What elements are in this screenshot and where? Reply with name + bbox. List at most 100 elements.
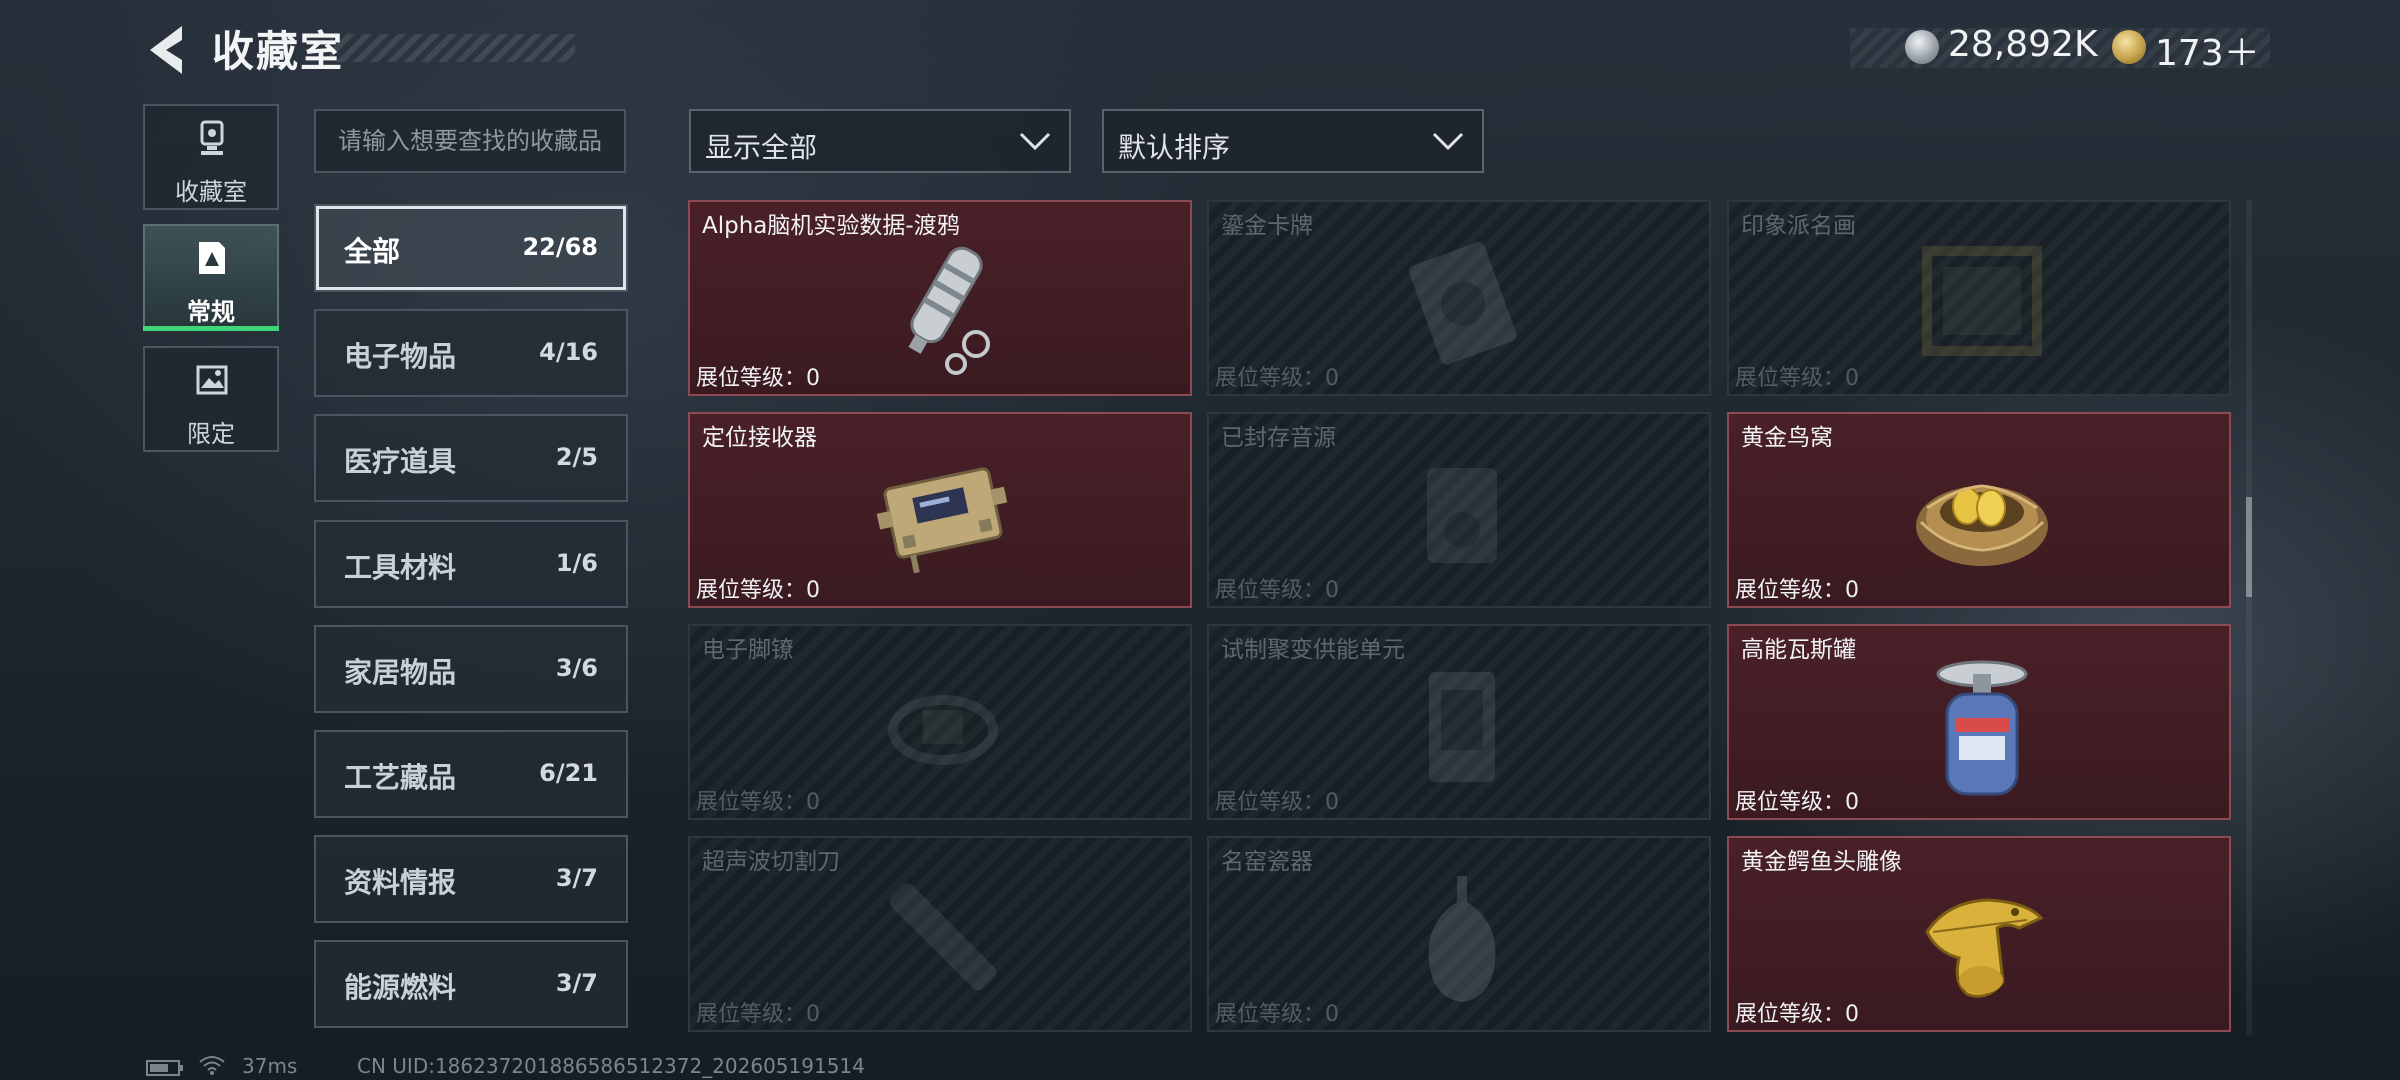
display-level: 展位等级：0 [696,790,820,815]
category-tools[interactable]: 工具材料 1/6 [314,520,628,608]
category-energy[interactable]: 能源燃料 3/7 [314,940,628,1028]
painting-icon [1922,246,2042,356]
gold-crocodile-icon [1925,898,2044,998]
ultrasonic-cutter-icon [889,883,997,991]
card-icon [1409,242,1517,365]
nav-tab-limited[interactable]: 限定 [143,346,279,452]
collectible-search-input[interactable]: 请输入想要查找的收藏品 [314,109,626,173]
collectible-name: 黄金鸟窝 [1741,425,1833,451]
data-capsule-icon [908,246,990,375]
gold-coin-icon [2112,30,2146,64]
category-all[interactable]: 全部 22/68 [314,204,628,292]
collectible-name: 黄金鳄鱼头雕像 [1741,849,1902,875]
active-tab-indicator [143,326,279,331]
collectible-name: 高能瓦斯罐 [1741,637,1856,663]
category-electronics[interactable]: 电子物品 4/16 [314,309,628,397]
collectible-card[interactable]: 超声波切割刀 展位等级：0 [688,836,1192,1032]
picture-icon [196,365,228,395]
category-label: 电子物品 [344,340,457,373]
document-icon [199,242,225,274]
collectible-card[interactable]: 名窑瓷器 展位等级：0 [1207,836,1711,1032]
audio-source-icon [1427,468,1497,563]
collectible-card[interactable]: Alpha脑机实验数据-渡鸦 展位等级：0 [688,200,1192,396]
category-count: 6/21 [539,759,598,787]
sort-order-dropdown[interactable]: 默认排序 [1102,109,1484,173]
display-level: 展位等级：0 [1215,790,1339,815]
nav-tab-label: 常规 [187,298,235,326]
collectible-grid: Alpha脑机实验数据-渡鸦 展位等级：0 鎏金卡牌 展位等级：0 印象派名画 … [688,200,2233,1035]
collectible-name: 名窑瓷器 [1221,849,1313,875]
category-count: 4/16 [539,338,598,366]
display-filter-dropdown[interactable]: 显示全部 [689,109,1071,173]
display-level: 展位等级：0 [696,1002,820,1027]
nav-tab-regular[interactable]: 常规 [143,224,279,330]
collectible-card[interactable]: 黄金鸟窝 展位等级：0 [1727,412,2231,608]
porcelain-icon [1428,876,1496,1002]
display-level: 展位等级：0 [1215,1002,1339,1027]
grid-scrollbar-thumb[interactable] [2246,497,2252,597]
battery-icon [146,1060,183,1076]
display-level: 展位等级：0 [1735,790,1859,815]
display-level: 展位等级：0 [1215,578,1339,603]
chevron-down-icon [1432,132,1464,151]
collectible-name: 鎏金卡牌 [1221,213,1313,239]
collectible-card[interactable]: 鎏金卡牌 展位等级：0 [1207,200,1711,396]
page-title: 收藏室 [212,27,345,76]
fusion-cell-icon [1429,672,1495,782]
collectible-name: 超声波切割刀 [702,849,840,875]
category-label: 能源燃料 [344,971,457,1004]
category-count: 3/7 [555,864,598,892]
category-count: 22/68 [522,233,598,261]
display-level: 展位等级：0 [696,578,820,603]
category-label: 资料情报 [344,866,457,899]
collectible-card[interactable]: 高能瓦斯罐 展位等级：0 [1727,624,2231,820]
category-medical[interactable]: 医疗道具 2/5 [314,414,628,502]
nav-tab-label: 收藏室 [175,178,247,206]
network-ping: 37ms [242,1054,298,1078]
collectible-name: 电子脚镣 [702,637,794,663]
gas-canister-icon [1936,660,2028,796]
collectible-name: 印象派名画 [1741,213,1856,239]
collection-room-screen: 收藏室 28,892K 173＋ 收藏室 常规 限定 请输入想要查找的收藏品 全… [0,0,2400,1080]
collectible-card[interactable]: 已封存音源 展位等级：0 [1207,412,1711,608]
silver-currency-value[interactable]: 28,892K [1948,24,2098,65]
category-intel[interactable]: 资料情报 3/7 [314,835,628,923]
trophy-icon [200,120,224,155]
receiver-icon [876,467,1008,574]
wifi-icon [199,1056,225,1075]
display-level: 展位等级：0 [1215,366,1339,391]
golden-nest-icon [1916,484,2048,566]
collectible-card[interactable]: 印象派名画 展位等级：0 [1727,200,2231,396]
display-level: 展位等级：0 [1735,366,1859,391]
collectible-card[interactable]: 黄金鳄鱼头雕像 展位等级：0 [1727,836,2231,1032]
collectible-card[interactable]: 试制聚变供能单元 展位等级：0 [1207,624,1711,820]
category-count: 3/6 [555,654,598,682]
gold-currency-value[interactable]: 173＋ [2155,24,2260,76]
dropdown-label: 默认排序 [1118,131,1231,164]
category-count: 1/6 [555,549,598,577]
chevron-down-icon [1019,132,1051,151]
grid-scrollbar-track [2246,200,2252,1035]
category-count: 3/7 [555,969,598,997]
collectible-name: 试制聚变供能单元 [1221,637,1405,663]
collectible-card[interactable]: 定位接收器 展位等级：0 [688,412,1192,608]
category-label: 全部 [344,235,401,268]
dropdown-label: 显示全部 [705,131,818,164]
category-crafts[interactable]: 工艺藏品 6/21 [314,730,628,818]
display-level: 展位等级：0 [696,366,820,391]
display-level: 展位等级：0 [1735,578,1859,603]
category-household[interactable]: 家居物品 3/6 [314,625,628,713]
silver-coin-icon [1905,30,1939,64]
category-label: 医疗道具 [344,445,457,478]
category-count: 2/5 [555,443,598,471]
collectible-card[interactable]: 电子脚镣 展位等级：0 [688,624,1192,820]
collectible-name: 已封存音源 [1221,425,1336,451]
back-arrow-icon[interactable] [140,20,200,80]
category-label: 工具材料 [344,551,457,584]
display-level: 展位等级：0 [1735,1002,1859,1027]
collectible-name: 定位接收器 [702,425,817,451]
nav-tab-label: 限定 [187,420,235,448]
title-decoration [330,34,575,62]
ankle-monitor-icon [888,695,998,765]
nav-tab-collection-room[interactable]: 收藏室 [143,104,279,210]
